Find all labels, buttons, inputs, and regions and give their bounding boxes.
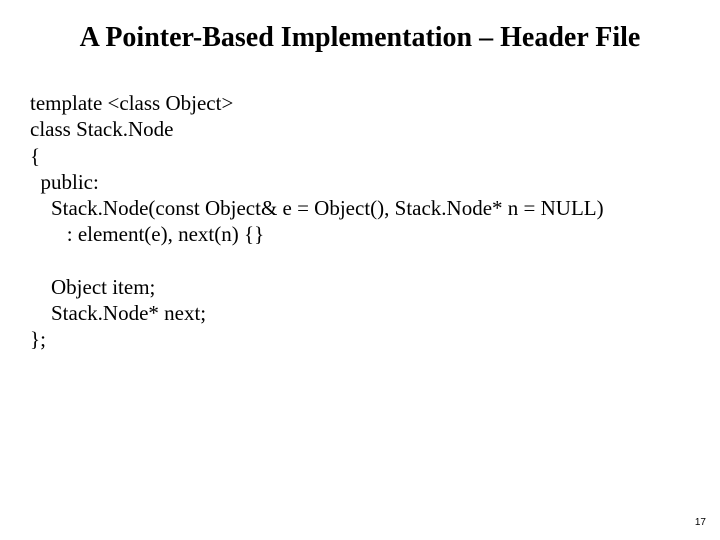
code-line: Object item; xyxy=(30,275,155,299)
page-number: 17 xyxy=(695,517,706,528)
code-line: template <class Object> xyxy=(30,91,233,115)
code-block: template <class Object> class Stack.Node… xyxy=(30,90,690,353)
code-line: public: xyxy=(30,170,99,194)
code-line: Stack.Node(const Object& e = Object(), S… xyxy=(30,196,604,220)
code-line: }; xyxy=(30,327,46,351)
code-line: { xyxy=(30,144,40,168)
slide-title: A Pointer-Based Implementation – Header … xyxy=(0,22,720,54)
code-line: : element(e), next(n) {} xyxy=(30,222,264,246)
code-line: class Stack.Node xyxy=(30,117,173,141)
slide: A Pointer-Based Implementation – Header … xyxy=(0,0,720,540)
code-line: Stack.Node* next; xyxy=(30,301,206,325)
